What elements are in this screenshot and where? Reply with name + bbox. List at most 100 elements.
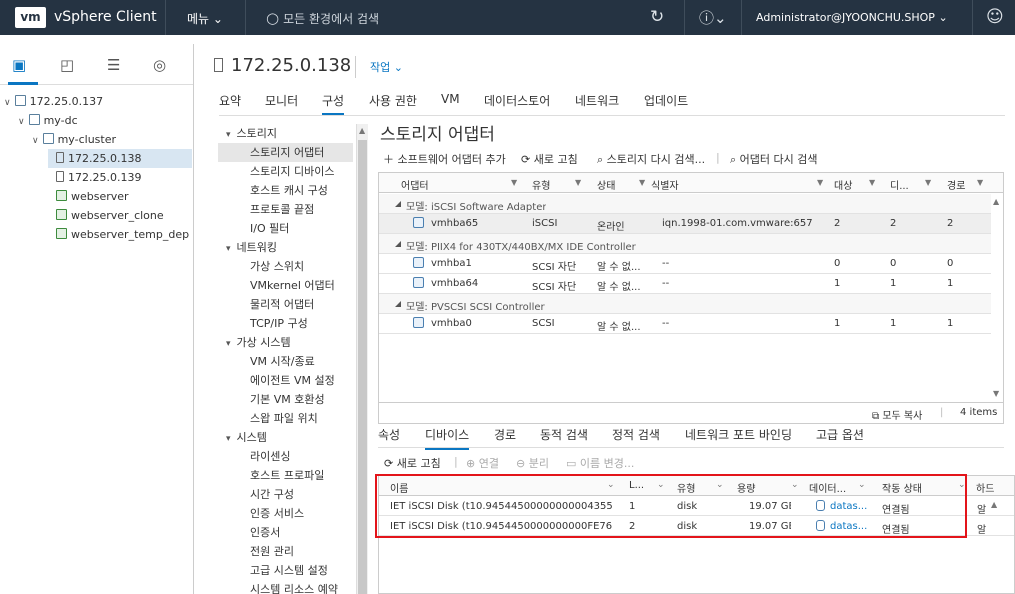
menu-dropdown[interactable]: 메뉴 ⌄ bbox=[187, 10, 223, 27]
config-nav-item[interactable]: 호스트 캐시 구성 bbox=[250, 181, 328, 200]
tab-3[interactable]: 사용 권한 bbox=[369, 92, 417, 109]
global-search[interactable]: ○ 모든 환경에서 검색 bbox=[266, 9, 379, 27]
device-refresh-button[interactable]: ⟳ 새로 고침 bbox=[384, 455, 441, 471]
tree-node-vm[interactable]: webserver_temp_depl... bbox=[0, 225, 190, 244]
column-header-identifier[interactable]: 식별자 bbox=[651, 177, 679, 192]
device-grid-scroll-up-icon[interactable]: ▲ bbox=[991, 500, 997, 509]
user-menu[interactable]: Administrator@JYOONCHU.SHOP ⌄ bbox=[756, 11, 948, 24]
filter-icon[interactable]: ▼ bbox=[925, 178, 931, 187]
config-nav-item[interactable]: 가상 스위치 bbox=[250, 257, 304, 276]
filter-icon[interactable]: ▼ bbox=[977, 178, 983, 187]
config-nav-item[interactable]: 스토리지 디바이스 bbox=[250, 162, 334, 181]
config-nav-item[interactable]: 시간 구성 bbox=[250, 485, 294, 504]
config-nav-item[interactable]: I/O 필터 bbox=[250, 219, 289, 238]
detail-tab-2[interactable]: 경로 bbox=[494, 426, 516, 443]
rescan-storage-button[interactable]: ⌕ 스토리지 다시 검색... bbox=[597, 151, 705, 167]
tree-node-vcenter[interactable]: ∨ 172.25.0.137 bbox=[0, 92, 190, 111]
adapter-row[interactable]: vmhba64 SCSI 자단 알 수 없... -- 1 1 1 bbox=[379, 274, 991, 294]
column-header-paths[interactable]: 경로 bbox=[947, 177, 965, 192]
add-software-adapter-button[interactable]: ＋ 소프트웨어 어댑터 추가 bbox=[383, 151, 506, 167]
config-nav-item[interactable]: 물리적 어댑터 bbox=[250, 295, 314, 314]
config-nav-group[interactable]: 가상 시스템 bbox=[226, 333, 291, 352]
tab-7[interactable]: 업데이트 bbox=[644, 92, 688, 109]
tree-node-host[interactable]: 172.25.0.138 bbox=[48, 149, 192, 168]
adapter-row[interactable]: vmhba1 SCSI 자단 알 수 없... -- 0 0 0 bbox=[379, 254, 991, 274]
filter-icon[interactable]: ▼ bbox=[817, 178, 823, 187]
config-nav-group[interactable]: 네트워킹 bbox=[226, 238, 277, 257]
tab-0[interactable]: 요약 bbox=[219, 92, 241, 109]
tab-4[interactable]: VM bbox=[441, 92, 460, 106]
refresh-button[interactable]: ⟳ 새로 고침 bbox=[521, 151, 578, 167]
expand-chevron-icon[interactable]: ∨ bbox=[18, 117, 25, 127]
config-nav-item[interactable]: 고급 시스템 설정 bbox=[250, 561, 328, 580]
help-icon[interactable]: ⓘ⌄ bbox=[699, 7, 727, 28]
column-header-status[interactable]: 상태 bbox=[597, 177, 615, 192]
search-icon: ○ bbox=[266, 9, 280, 27]
config-nav-item[interactable]: 스토리지 어댑터 bbox=[218, 143, 353, 162]
detach-button[interactable]: ⊖ 분리 bbox=[516, 455, 549, 471]
networking-icon[interactable]: ◎ bbox=[153, 56, 166, 74]
collapse-icon[interactable]: ◢ bbox=[395, 199, 401, 208]
detail-tab-3[interactable]: 동적 검색 bbox=[540, 426, 588, 443]
config-nav-item[interactable]: 에이전트 VM 설정 bbox=[250, 371, 335, 390]
filter-icon[interactable]: ▼ bbox=[639, 178, 645, 187]
expand-chevron-icon[interactable]: ∨ bbox=[32, 136, 39, 146]
tree-node-host[interactable]: 172.25.0.139 bbox=[0, 168, 190, 187]
adapter-group-row[interactable]: ◢ 모델: iSCSI Software Adapter bbox=[379, 194, 991, 214]
app-name[interactable]: vSphere Client bbox=[54, 9, 157, 25]
detail-tab-0[interactable]: 속성 bbox=[378, 426, 400, 443]
tree-node-vm[interactable]: webserver bbox=[0, 187, 190, 206]
detail-tab-4[interactable]: 정적 검색 bbox=[612, 426, 660, 443]
vms-templates-icon[interactable]: ◰ bbox=[60, 56, 74, 74]
feedback-smiley-icon[interactable]: ☺ bbox=[986, 7, 1004, 27]
config-nav-item[interactable]: VMkernel 어댑터 bbox=[250, 276, 335, 295]
config-nav-scrollbar[interactable]: ▲ bbox=[356, 124, 368, 594]
column-header-targets[interactable]: 대상 bbox=[834, 177, 852, 192]
column-header-devices[interactable]: 디... bbox=[890, 177, 909, 192]
config-nav-item[interactable]: 인증서 bbox=[250, 523, 280, 542]
column-header-adapter[interactable]: 어댑터 bbox=[401, 177, 429, 192]
attach-button[interactable]: ⊕ 연결 bbox=[466, 455, 499, 471]
tab-5[interactable]: 데이터스토어 bbox=[484, 92, 550, 109]
tab-6[interactable]: 네트워크 bbox=[575, 92, 619, 109]
config-nav-group[interactable]: 스토리지 bbox=[226, 124, 277, 143]
config-nav-group[interactable]: 시스템 bbox=[226, 428, 267, 447]
config-nav-item[interactable]: 기본 VM 호환성 bbox=[250, 390, 325, 409]
storage-icon[interactable]: ☰ bbox=[107, 56, 120, 74]
config-nav-item[interactable]: 시스템 리소스 예약 bbox=[250, 580, 338, 594]
adapter-row[interactable]: vmhba0 SCSI 알 수 없... -- 1 1 1 bbox=[379, 314, 991, 334]
rescan-adapter-button[interactable]: ⌕ 어댑터 다시 검색 bbox=[730, 151, 818, 167]
expand-chevron-icon[interactable]: ∨ bbox=[4, 98, 11, 108]
config-nav-item[interactable]: 라이센싱 bbox=[250, 447, 290, 466]
config-nav-item[interactable]: 인증 서비스 bbox=[250, 504, 304, 523]
adapter-group-row[interactable]: ◢ 모델: PIIX4 for 430TX/440BX/MX IDE Contro… bbox=[379, 234, 991, 254]
config-nav-item[interactable]: VM 시작/종료 bbox=[250, 352, 315, 371]
column-header-type[interactable]: 유형 bbox=[532, 177, 550, 192]
column-header-hardware[interactable]: 하드 bbox=[976, 480, 994, 495]
tree-node-cluster[interactable]: ∨ my-cluster bbox=[0, 130, 190, 149]
detail-tab-6[interactable]: 고급 옵션 bbox=[816, 426, 864, 443]
config-nav-item[interactable]: 호스트 프로파일 bbox=[250, 466, 324, 485]
filter-icon[interactable]: ▼ bbox=[511, 178, 517, 187]
config-nav-item[interactable]: TCP/IP 구성 bbox=[250, 314, 308, 333]
filter-icon[interactable]: ▼ bbox=[869, 178, 875, 187]
tab-2[interactable]: 구성 bbox=[322, 92, 345, 116]
actions-menu[interactable]: 작업 ⌄ bbox=[370, 59, 403, 75]
detail-tab-5[interactable]: 네트워크 포트 바인딩 bbox=[685, 426, 792, 443]
collapse-icon[interactable]: ◢ bbox=[395, 239, 401, 248]
adapter-grid-scrollbar[interactable]: ▲ ▼ bbox=[991, 194, 1003, 402]
tab-1[interactable]: 모니터 bbox=[265, 92, 298, 109]
config-nav-item[interactable]: 프로토콜 끝점 bbox=[250, 200, 314, 219]
adapter-group-row[interactable]: ◢ 모델: PVSCSI SCSI Controller bbox=[379, 294, 991, 314]
config-nav-item[interactable]: 전원 관리 bbox=[250, 542, 294, 561]
copy-all-button[interactable]: ⧉ 모두 복사 bbox=[872, 407, 922, 422]
adapter-row[interactable]: vmhba65 iSCSI 온라인 iqn.1998-01.com.vmware:65… bbox=[379, 214, 991, 234]
refresh-icon[interactable]: ↻ bbox=[650, 7, 664, 27]
filter-icon[interactable]: ▼ bbox=[575, 178, 581, 187]
tree-node-datacenter[interactable]: ∨ my-dc bbox=[0, 111, 190, 130]
config-nav-item[interactable]: 스왑 파일 위치 bbox=[250, 409, 318, 428]
hosts-clusters-icon[interactable]: ▣ bbox=[12, 56, 26, 74]
tree-node-vm[interactable]: webserver_clone bbox=[0, 206, 190, 225]
rename-button[interactable]: ▭ 이름 변경... bbox=[566, 455, 634, 471]
collapse-icon[interactable]: ◢ bbox=[395, 299, 401, 308]
